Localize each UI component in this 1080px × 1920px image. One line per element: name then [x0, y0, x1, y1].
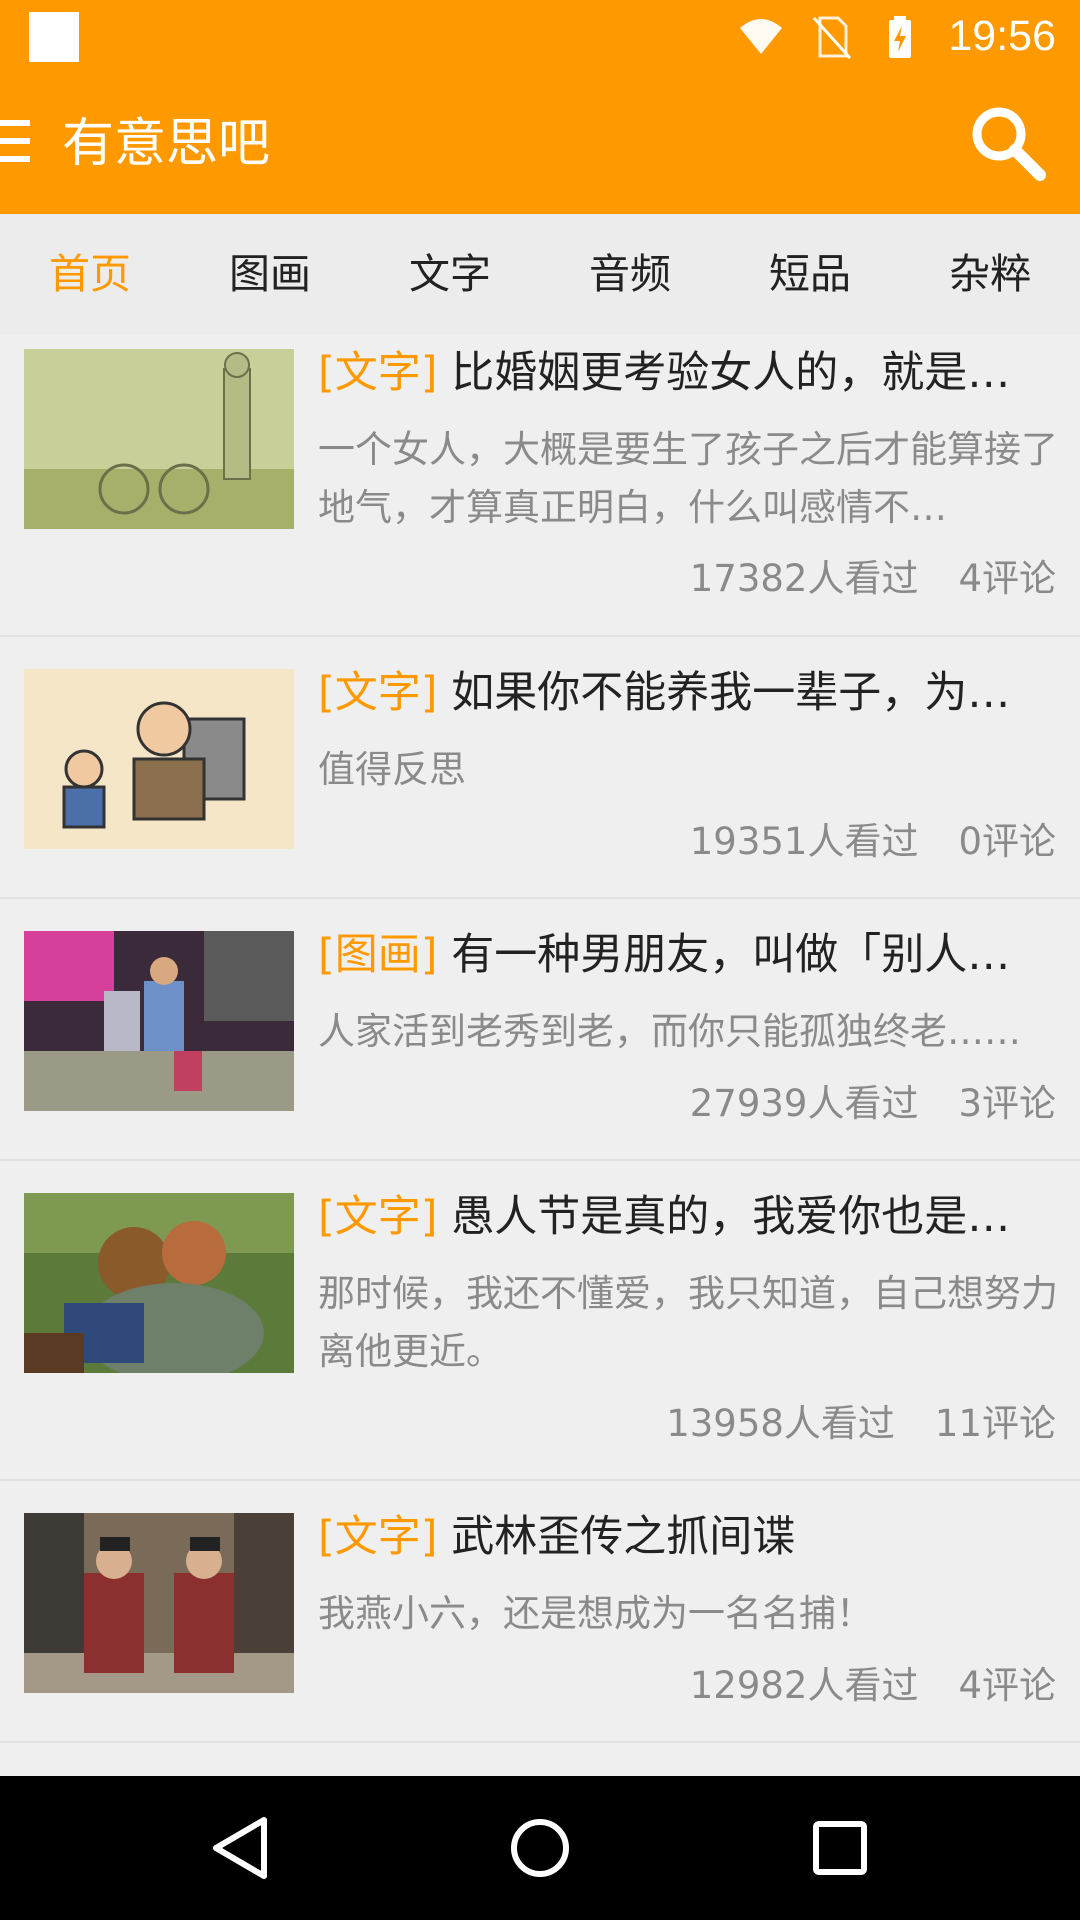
- article-title: [文字] 比婚姻更考验女人的，就是…: [318, 345, 1018, 401]
- tab-audio[interactable]: 音频: [540, 214, 720, 335]
- view-count: 27939人看过: [689, 1082, 919, 1125]
- article-meta: 17382人看过 4评论: [690, 548, 1056, 602]
- article-tag: [图画]: [318, 930, 438, 980]
- article-title: [文字] 如果你不能养我一辈子，为…: [318, 665, 1018, 721]
- comment-count: 4评论: [958, 557, 1056, 600]
- article-thumbnail: [24, 1193, 294, 1373]
- article-list: [文字] 比婚姻更考验女人的，就是… 一个女人，大概是要生了孩子之后才能算接了地…: [0, 335, 1080, 1775]
- article-description: 值得反思: [318, 748, 466, 791]
- tab-home[interactable]: 首页: [0, 214, 180, 335]
- home-icon[interactable]: [504, 1812, 576, 1884]
- search-icon[interactable]: [966, 101, 1050, 185]
- system-nav-bar: [0, 1776, 1080, 1920]
- article-title-text: 有一种男朋友，叫做「别人…: [451, 930, 1011, 980]
- article-title-text: 如果你不能养我一辈子，为…: [451, 668, 1011, 718]
- article-title-text: 愚人节是真的，我爱你也是…: [451, 1192, 1011, 1242]
- status-bar: 19:56: [0, 0, 1080, 73]
- app-title: 有意思吧: [62, 114, 271, 174]
- comment-count: 3评论: [958, 1082, 1056, 1125]
- article-description: 那时候，我还不懂爱，我只知道，自己想努力离他更近。: [318, 1272, 1058, 1373]
- list-item[interactable]: [文字] 如果你不能养我一辈子，为… 值得反思 19351人看过 0评论: [0, 637, 1080, 899]
- article-tag: [文字]: [318, 348, 438, 398]
- article-thumbnail: [24, 669, 294, 849]
- comment-count: 4评论: [958, 1664, 1056, 1707]
- comment-count: 0评论: [958, 820, 1056, 863]
- tab-pictures[interactable]: 图画: [180, 214, 360, 335]
- article-title-text: 武林歪传之抓间谍: [451, 1512, 796, 1562]
- view-count: 13958人看过: [666, 1402, 895, 1445]
- article-description: 一个女人，大概是要生了孩子之后才能算接了地气，才算真正明白，什么叫感情不…: [318, 428, 1058, 529]
- category-tabs: 首页 图画 文字 音频 短品 杂粹: [0, 214, 1080, 335]
- wifi-icon: [740, 18, 783, 54]
- app-bar: 有意思吧: [0, 73, 1080, 214]
- article-meta: 12982人看过 4评论: [690, 1655, 1056, 1709]
- no-sim-icon: [813, 16, 852, 59]
- article-meta: 19351人看过 0评论: [690, 811, 1056, 865]
- article-title: [文字] 愚人节是真的，我爱你也是…: [318, 1189, 1018, 1245]
- list-item[interactable]: [图画] 有一种男朋友，叫做「别人… 人家活到老秀到老，而你只能孤独终老…… 2…: [0, 899, 1080, 1161]
- article-title-text: 比婚姻更考验女人的，就是…: [451, 348, 1011, 398]
- view-count: 17382人看过: [689, 557, 919, 600]
- article-meta: 27939人看过 3评论: [690, 1073, 1056, 1127]
- article-thumbnail: [24, 1513, 294, 1693]
- view-count: 19351人看过: [689, 820, 919, 863]
- article-title: [图画] 有一种男朋友，叫做「别人…: [318, 927, 1018, 983]
- article-tag: [文字]: [318, 1192, 438, 1242]
- list-item[interactable]: [文字] 愚人节是真的，我爱你也是… 那时候，我还不懂爱，我只知道，自己想努力离…: [0, 1161, 1080, 1481]
- back-icon[interactable]: [204, 1812, 276, 1884]
- menu-icon[interactable]: [0, 120, 32, 164]
- article-title: [文字] 武林歪传之抓间谍: [318, 1509, 1018, 1565]
- article-description: 我燕小六，还是想成为一名名捕！: [318, 1592, 873, 1635]
- article-description: 人家活到老秀到老，而你只能孤独终老……: [318, 1010, 1021, 1053]
- list-item[interactable]: [文字] 武林歪传之抓间谍 我燕小六，还是想成为一名名捕！ 12982人看过 4评…: [0, 1481, 1080, 1743]
- view-count: 12982人看过: [689, 1664, 919, 1707]
- article-tag: [文字]: [318, 1512, 438, 1562]
- article-thumbnail: [24, 349, 294, 529]
- article-tag: [文字]: [318, 668, 438, 718]
- article-thumbnail: [24, 931, 294, 1111]
- article-meta: 13958人看过 11评论: [666, 1393, 1056, 1447]
- tab-text[interactable]: 文字: [360, 214, 540, 335]
- status-time: 19:56: [948, 12, 1056, 60]
- tab-short[interactable]: 短品: [720, 214, 900, 335]
- app-notification-icon: [29, 12, 79, 62]
- comment-count: 11评论: [934, 1402, 1056, 1445]
- recents-icon[interactable]: [804, 1812, 876, 1884]
- battery-charging-icon: [889, 15, 912, 58]
- list-item[interactable]: [文字] 比婚姻更考验女人的，就是… 一个女人，大概是要生了孩子之后才能算接了地…: [0, 335, 1080, 637]
- tab-misc[interactable]: 杂粹: [900, 214, 1080, 335]
